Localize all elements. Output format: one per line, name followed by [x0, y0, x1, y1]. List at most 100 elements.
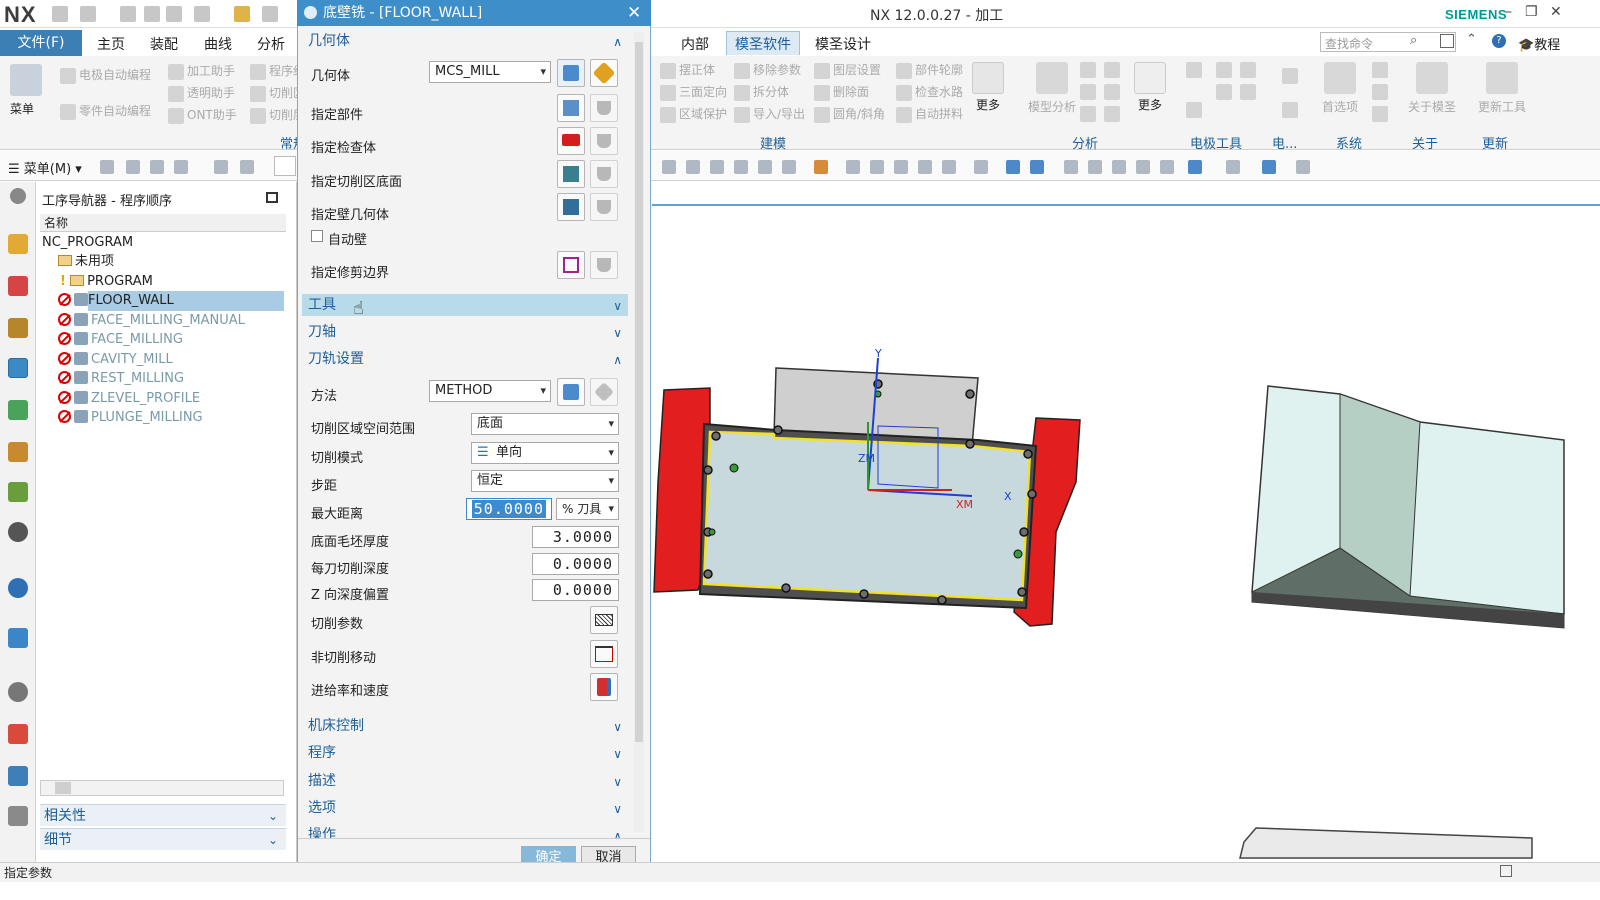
file-menu-tab[interactable]: 文件(F) [0, 30, 82, 56]
view-tool-icon[interactable] [782, 160, 796, 174]
part-outline-button[interactable]: 部件轮廓 [896, 61, 963, 79]
update-tool-button[interactable]: 更新工具 [1478, 62, 1526, 115]
specify-check-button[interactable] [557, 127, 585, 155]
align-body-button[interactable]: 摆正体 [660, 61, 715, 79]
status-fit-icon[interactable] [1500, 865, 1512, 877]
close-window-icon[interactable]: ✕ [1550, 4, 1562, 20]
system-tool-icon[interactable] [1372, 62, 1388, 78]
group-label-electrode-tools[interactable]: 电极工具 [1190, 133, 1242, 152]
stepover-select[interactable]: 恒定 [471, 470, 619, 492]
group-label-electrode-more[interactable]: 电... [1272, 133, 1297, 152]
history-clock-icon[interactable] [8, 682, 28, 702]
group-label-build[interactable]: 建模 [760, 133, 786, 152]
cut-pattern-select[interactable]: ☰ 单向 [471, 442, 619, 464]
eye-icon[interactable] [8, 522, 28, 542]
view-tool-icon[interactable] [846, 160, 860, 174]
web-browser-icon[interactable] [8, 628, 28, 648]
new-geometry-button[interactable] [557, 59, 585, 87]
settings-gear-icon[interactable] [10, 188, 26, 204]
analysis-tool-icon[interactable] [1104, 106, 1120, 122]
split-body-button[interactable]: 拆分体 [734, 83, 789, 101]
specify-wall-button[interactable] [557, 193, 585, 221]
menu-dropdown-button[interactable]: ☰ 菜单(M) ▾ [8, 158, 82, 177]
check-waterline-button[interactable]: 检查水路 [896, 83, 963, 101]
copy-icon[interactable] [144, 6, 160, 22]
view-tool-icon[interactable] [1226, 160, 1240, 174]
fit-view-icon[interactable] [1064, 160, 1078, 174]
tutorial-link[interactable]: 🎓教程 [1518, 34, 1560, 53]
transparent-assistant[interactable]: 透明助手 [168, 84, 258, 102]
tab-analysis[interactable]: 分析 [257, 34, 285, 54]
touch-mode-icon[interactable] [234, 6, 250, 22]
toolbar-tool-icon[interactable] [150, 160, 164, 174]
dialog-gear-icon[interactable] [304, 6, 317, 19]
edit-geometry-button[interactable] [590, 59, 618, 87]
part-navigator-icon[interactable] [8, 318, 28, 338]
minimize-icon[interactable]: – [1505, 4, 1512, 20]
tab-internal[interactable]: 内部 [681, 34, 709, 54]
tab-curve[interactable]: 曲线 [204, 34, 232, 54]
rotate-icon[interactable] [1112, 160, 1126, 174]
tab-assembly[interactable]: 装配 [150, 34, 178, 54]
electrode-tool-icon[interactable] [1216, 84, 1232, 100]
repeat-command-icon[interactable] [194, 6, 210, 22]
group-label-analysis[interactable]: 分析 [1072, 133, 1098, 152]
group-label-about[interactable]: 关于 [1412, 133, 1438, 152]
section-operation[interactable]: 操作 ∧ [302, 824, 628, 838]
section-tool[interactable]: 工具 ∨ [302, 294, 628, 316]
depth-per-cut-input[interactable]: 0.0000 [532, 553, 619, 575]
view-tool-icon[interactable] [734, 160, 748, 174]
electrode-tool-icon[interactable] [1282, 68, 1298, 84]
group-label-system[interactable]: 系统 [1336, 133, 1362, 152]
roles-icon[interactable] [8, 724, 28, 744]
assembly-navigator-icon[interactable] [8, 234, 28, 254]
analysis-tool-icon[interactable] [1104, 84, 1120, 100]
cut-params-button[interactable] [590, 606, 618, 634]
cut-region-extent-select[interactable]: 底面 [471, 413, 619, 435]
tree-row-rest-milling[interactable]: REST_MILLING [58, 369, 184, 389]
machine-navigator-icon[interactable] [8, 400, 28, 420]
tab-moshen-software[interactable]: 模圣软件 [726, 31, 800, 55]
fillet-chamfer-button[interactable]: 圆角/斜角 [814, 105, 885, 123]
close-dialog-icon[interactable]: ✕ [627, 3, 641, 23]
collapse-ribbon-icon[interactable]: ⌃ [1466, 32, 1477, 47]
model-analysis-button[interactable]: 模型分析 [1028, 62, 1076, 115]
toolbar-filter-input[interactable] [274, 156, 296, 176]
floor-stock-input[interactable]: 3.0000 [532, 526, 619, 548]
section-options[interactable]: 选项 ∨ [302, 797, 628, 819]
layer-settings-button[interactable]: 图层设置 [814, 61, 881, 79]
menu-big-button[interactable]: 菜单 [10, 64, 42, 117]
max-distance-unit-select[interactable]: % 刀具 [556, 498, 619, 520]
edit-method-button[interactable] [590, 378, 618, 406]
electrode-tool-icon[interactable] [1282, 102, 1298, 118]
view-tool-icon[interactable] [686, 160, 700, 174]
about-moshen-button[interactable]: 关于模圣 [1408, 62, 1456, 115]
view-tool-icon[interactable] [942, 160, 956, 174]
view-tool-icon[interactable] [1160, 160, 1174, 174]
view-tool-icon[interactable] [870, 160, 884, 174]
tree-row-face-milling-manual[interactable]: FACE_MILLING_MANUAL [58, 311, 245, 331]
search-icon[interactable]: ⌕ [1410, 33, 1417, 48]
window-fit-icon[interactable] [1440, 34, 1454, 48]
group-label-update[interactable]: 更新 [1482, 133, 1508, 152]
method-select[interactable]: METHOD [429, 380, 551, 402]
tree-row-face-milling[interactable]: FACE_MILLING [58, 330, 183, 350]
info-icon[interactable] [8, 578, 28, 598]
view-tool-icon[interactable] [710, 160, 724, 174]
view-tool-icon[interactable] [894, 160, 908, 174]
show-check-button[interactable] [590, 127, 618, 155]
z-offset-input[interactable]: 0.0000 [532, 579, 619, 601]
electrode-tool-icon[interactable] [1240, 84, 1256, 100]
section-geometry[interactable]: 几何体 ∧ [302, 30, 628, 52]
render-style-icon[interactable] [1188, 160, 1202, 174]
paste-icon[interactable] [166, 6, 182, 22]
auto-wall-checkbox[interactable] [311, 230, 323, 242]
show-floor-button[interactable] [590, 160, 618, 188]
details-panel[interactable]: 细节 ⌄ [40, 828, 286, 850]
tree-row-floor-wall[interactable]: FLOOR_WALL [88, 291, 284, 311]
toolbar-tool-icon[interactable] [214, 160, 228, 174]
view-orient-icon[interactable] [1262, 160, 1276, 174]
preferences-button[interactable]: 首选项 [1322, 62, 1358, 115]
tree-row-zlevel-profile[interactable]: ZLEVEL_PROFILE [58, 389, 200, 409]
show-trim-button[interactable] [590, 251, 618, 279]
